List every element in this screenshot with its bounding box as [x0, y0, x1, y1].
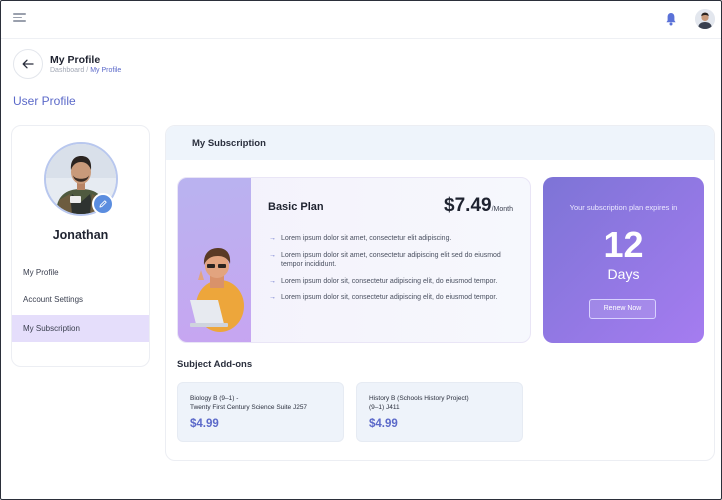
addon-name: History B (Schools History Project) (9–1)…: [369, 395, 469, 411]
section-heading: User Profile: [13, 94, 76, 108]
top-bar: [1, 1, 721, 39]
addon-price: $4.99: [369, 418, 398, 430]
addon-card-history[interactable]: History B (Schools History Project) (9–1)…: [356, 382, 523, 442]
expiry-days-number: 12: [603, 224, 644, 265]
addon-price: $4.99: [190, 418, 219, 430]
plan-feature: → Lorem ipsum dolor sit amet, consectetur…: [269, 251, 501, 269]
expiry-card: Your subscription plan expires in 12 Day…: [543, 177, 704, 343]
plan-feature: → Lorem ipsum dolor sit, consectetur adip…: [269, 294, 498, 301]
expiry-days-unit: Days: [607, 266, 640, 282]
profile-card: Jonathan My Profile Account Settings My …: [11, 125, 150, 367]
back-arrow-icon: [22, 59, 34, 69]
arrow-bullet-icon: →: [269, 235, 276, 242]
arrow-bullet-icon: →: [269, 251, 276, 259]
back-button[interactable]: [13, 49, 43, 79]
subscription-header: My Subscription: [166, 126, 714, 160]
plan-name: Basic Plan: [268, 201, 324, 213]
plan-feature: → Lorem ipsum dolor sit, consectetur adip…: [269, 277, 498, 285]
plan-features: → Lorem ipsum dolor sit amet, consectetur…: [269, 234, 513, 310]
plan-feature: → Lorem ipsum dolor sit amet, consectetur…: [269, 235, 452, 242]
expiry-text: Your subscription plan expires in: [569, 203, 678, 212]
profile-name: Jonathan: [52, 228, 109, 242]
user-avatar[interactable]: [695, 9, 715, 29]
arrow-bullet-icon: →: [269, 294, 276, 301]
breadcrumb: Dashboard / My Profile: [50, 67, 121, 74]
plan-card: Basic Plan $7.49/Month → Lorem ipsum dolo…: [177, 177, 531, 343]
plan-price: $7.49/Month: [444, 195, 513, 217]
breadcrumb-current: My Profile: [90, 67, 122, 74]
plan-price-period: /Month: [491, 206, 513, 213]
addon-card-biology[interactable]: Biology B (9–1) - Twenty First Century Sc…: [177, 382, 344, 442]
bell-icon[interactable]: [665, 12, 677, 26]
arrow-bullet-icon: →: [269, 277, 276, 285]
menu-item-my-subscription[interactable]: My Subscription: [12, 315, 149, 342]
subscription-title: My Subscription: [192, 138, 266, 149]
breadcrumb-dashboard[interactable]: Dashboard: [50, 67, 84, 74]
page-title: My Profile: [50, 54, 101, 66]
pencil-icon: [99, 200, 107, 208]
app-window: My Profile Dashboard / My Profile User Pro…: [0, 0, 722, 500]
addons-title: Subject Add-ons: [177, 359, 253, 370]
menu-item-account-settings[interactable]: Account Settings: [12, 286, 149, 313]
menu-item-my-profile[interactable]: My Profile: [12, 259, 149, 286]
addon-name: Biology B (9–1) - Twenty First Century Sc…: [190, 395, 308, 411]
breadcrumb-separator: /: [86, 67, 89, 74]
renew-now-button[interactable]: Renew Now: [589, 299, 656, 319]
hamburger-menu-icon[interactable]: [13, 13, 26, 23]
plan-illustration: [178, 178, 251, 342]
subscription-panel: My Subscription Basic Plan $7.49/Month →…: [165, 125, 715, 461]
edit-avatar-button[interactable]: [92, 193, 114, 215]
plan-price-amount: $7.49: [444, 195, 492, 216]
